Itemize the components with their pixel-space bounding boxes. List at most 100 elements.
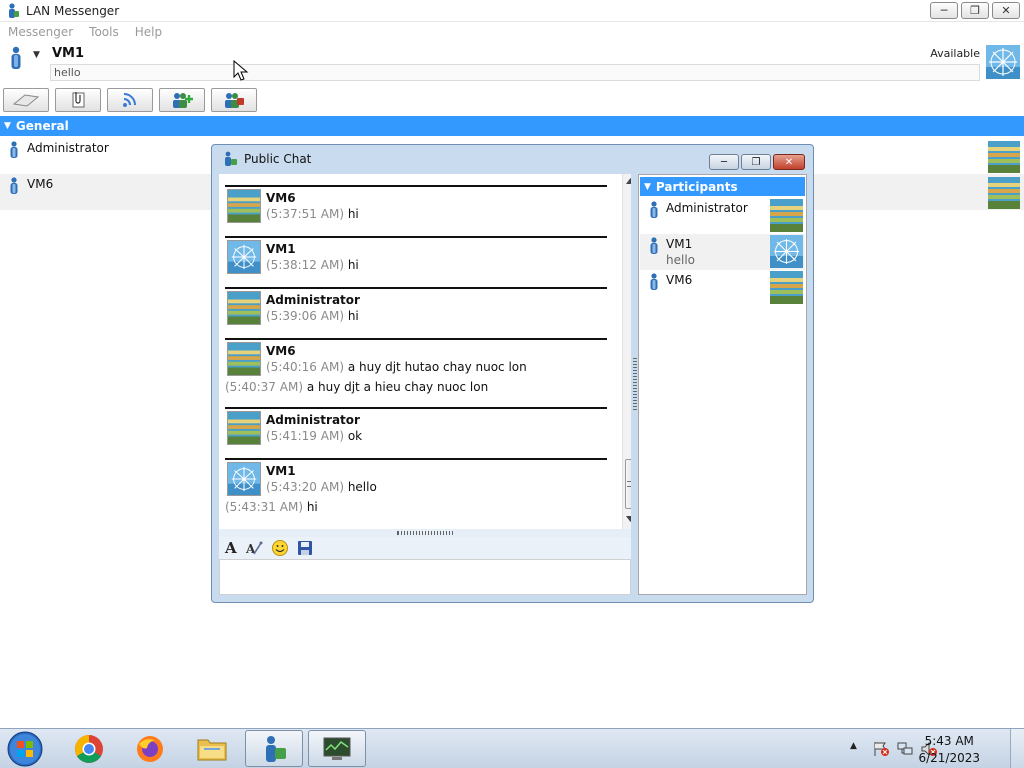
message-text-line: (5:43:20 AM) hello [266,480,377,494]
chat-maximize-button[interactable]: ❐ [741,154,771,170]
contact-settings-icon [225,93,244,108]
message-text-line: (5:37:51 AM) hi [266,207,359,221]
status-message-input[interactable]: hello [50,64,980,81]
contact-avatar [988,177,1020,209]
participant-avatar [770,271,803,304]
save-icon[interactable] [297,540,313,556]
message-sender: Administrator [266,293,360,307]
sender-avatar [227,342,261,376]
message-timestamp: (5:43:20 AM) [266,480,344,494]
participants-header[interactable]: ▼ Participants [640,177,805,196]
participant-status-icon [650,273,658,290]
network-icon[interactable] [896,741,914,757]
participants-splitter[interactable] [631,174,638,595]
taskbar-firefox-button[interactable] [121,730,179,767]
message-sender: VM6 [266,191,296,205]
taskbar-lan-messenger-button[interactable] [245,730,303,767]
contact-settings-button[interactable] [211,88,257,112]
message-text: hi [344,309,359,323]
chat-window-icon [225,151,237,166]
main-toolbar [3,88,257,112]
participant-item-vm1[interactable]: VM1 hello [640,234,805,270]
lan-messenger-app-icon [9,2,19,18]
taskbar-clock[interactable]: 5:43 AM 6/21/2023 [918,733,980,767]
show-desktop-button[interactable] [1010,729,1024,768]
maximize-icon: ❐ [751,156,761,168]
participant-name: Administrator [666,201,748,215]
user-name: VM1 [52,46,85,61]
menu-messenger[interactable]: Messenger [0,25,81,39]
message-divider [225,458,607,460]
lan-messenger-icon [266,735,286,762]
taskbar: ▲ 5:43 AM 6/21/2023 [0,728,1024,768]
sender-avatar [227,291,261,325]
minimize-button[interactable]: ─ [930,2,958,19]
participant-status-icon [650,237,658,254]
system-tray: ▲ 5:43 AM 6/21/2023 [824,729,1024,768]
public-chat-window: Public Chat ─ ❐ ✕ VM6 (5:37:51 AM) hi VM… [211,144,814,603]
participants-title: Participants [655,179,738,194]
taskbar-system-monitor-button[interactable] [308,730,366,767]
user-status-icon[interactable] [8,46,24,70]
menu-help[interactable]: Help [127,25,170,39]
minimize-icon: ─ [940,4,948,17]
menu-tools[interactable]: Tools [81,25,127,39]
chat-icon [12,94,40,107]
message-timestamp: (5:37:51 AM) [266,207,344,221]
participant-name: VM6 [666,273,693,287]
message-text-line: (5:38:12 AM) hi [266,258,359,272]
mouse-cursor-icon [233,60,249,81]
minimize-icon: ─ [720,156,728,168]
clock-time: 5:43 AM [924,734,974,748]
chat-title-bar: Public Chat ─ ❐ ✕ [212,145,813,173]
message-input-splitter[interactable] [219,529,631,537]
chat-minimize-button[interactable]: ─ [709,154,739,170]
participant-item-vm6[interactable]: VM6 [640,270,805,306]
message-timestamp: (5:43:31 AM) [225,500,303,514]
message-divider [225,185,607,187]
firefox-icon [137,735,163,762]
message-input[interactable] [219,559,631,595]
taskbar-chrome-button[interactable] [60,730,118,767]
add-contact-button[interactable] [159,88,205,112]
file-transfer-icon [72,92,85,108]
status-dropdown-caret-icon[interactable]: ▼ [33,50,40,60]
close-button[interactable]: ✕ [992,2,1020,19]
chat-close-button[interactable]: ✕ [773,154,805,170]
clock-date: 6/21/2023 [918,751,980,765]
restore-button[interactable]: ❐ [961,2,989,19]
participant-item-administrator[interactable]: Administrator [640,198,805,234]
start-chat-button[interactable] [3,88,49,112]
message-sender: Administrator [266,413,360,427]
user-header: ▼ VM1 hello Available [0,42,1024,86]
window-title: LAN Messenger [26,3,120,18]
show-hidden-icons-arrow-icon[interactable]: ▲ [850,741,857,751]
message-text-line: (5:39:06 AM) hi [266,309,359,323]
emoticon-icon[interactable] [271,539,289,557]
font-icon[interactable]: A [225,539,237,557]
message-history[interactable]: VM6 (5:37:51 AM) hi VM1 (5:38:12 AM) hi … [219,174,631,529]
action-center-icon[interactable] [872,741,890,757]
broadcast-button[interactable] [107,88,153,112]
contact-status-icon [10,177,18,194]
taskbar-explorer-button[interactable] [183,730,241,767]
sender-avatar [227,240,261,274]
user-avatar[interactable] [986,45,1020,79]
broadcast-icon [123,93,136,107]
start-button[interactable] [4,730,46,768]
message-timestamp: (5:40:37 AM) [225,380,303,394]
participants-panel: ▼ Participants Administrator VM1 hello V… [638,174,807,595]
participant-avatar [770,235,803,268]
file-transfer-button[interactable] [55,88,101,112]
menu-bar: Messenger Tools Help [0,22,1024,42]
contact-group-general[interactable]: ▼ General [0,116,1024,136]
font-color-icon[interactable]: A [245,539,263,557]
contact-status-icon [10,141,18,158]
message-text: a huy djt a hieu chay nuoc lon [303,380,489,394]
participant-avatar [770,199,803,232]
availability-status[interactable]: Available [930,47,980,60]
message-sender: VM1 [266,464,296,478]
message-text: ok [344,429,363,443]
message-scrollbar[interactable] [622,174,631,529]
message-text: hi [303,500,318,514]
